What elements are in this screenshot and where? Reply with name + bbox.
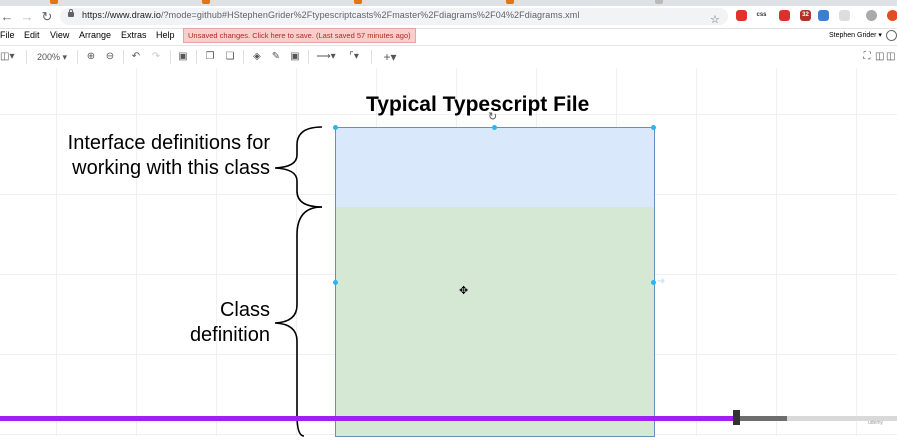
- class-label-line-1: Class: [219, 299, 270, 321]
- menu-extras[interactable]: Extras: [121, 30, 147, 40]
- diagram-title[interactable]: Typical Typescript File: [366, 93, 589, 117]
- interface-brace[interactable]: [274, 126, 323, 208]
- delete-icon[interactable]: ▣: [177, 51, 189, 63]
- redo-icon[interactable]: ↷: [150, 51, 162, 63]
- format-panel-icon[interactable]: ◫▾: [0, 51, 14, 63]
- selection-handle[interactable]: [651, 125, 656, 130]
- user-menu[interactable]: Stephen Grider ▾: [829, 31, 882, 39]
- progress-scrubber[interactable]: [732, 410, 740, 425]
- toolbar-divider: [26, 50, 27, 64]
- zoom-out-icon[interactable]: ⊖: [104, 51, 116, 63]
- feather-icon[interactable]: [818, 10, 829, 21]
- toolbar-divider: [371, 50, 372, 64]
- opera-icon[interactable]: [736, 10, 747, 21]
- url-path: /?mode=github#HStephenGrider%2Ftypescrip…: [160, 10, 580, 20]
- user-name: Stephen Grider: [829, 32, 877, 39]
- reload-icon[interactable]: ↻: [40, 9, 54, 25]
- tab-favicon[interactable]: [50, 0, 58, 4]
- waypoints-icon[interactable]: ⌜▾: [343, 51, 365, 63]
- forward-arrow-icon[interactable]: →: [20, 9, 34, 25]
- selection-handle[interactable]: [333, 125, 338, 130]
- toolbar-divider: [243, 50, 244, 64]
- interface-definitions-label[interactable]: Interface definitions for working with t…: [40, 131, 270, 181]
- selection-handle[interactable]: [492, 125, 497, 130]
- curly-braces[interactable]: [272, 125, 332, 445]
- connection-icon[interactable]: ⟶▾: [315, 51, 337, 63]
- split-view-icon[interactable]: ◫: [875, 51, 884, 63]
- blank-icon[interactable]: [839, 10, 850, 21]
- menu-file[interactable]: File: [0, 30, 15, 40]
- fullscreen-icon[interactable]: ⛶: [862, 51, 872, 63]
- unsaved-changes-notice[interactable]: Unsaved changes. Click here to save. (La…: [183, 28, 416, 43]
- interface-definitions-box[interactable]: [335, 127, 655, 209]
- class-definition-box[interactable]: [335, 207, 655, 437]
- video-watermark: udemy: [868, 420, 884, 426]
- move-cursor-icon: ✥: [459, 285, 469, 297]
- url-text[interactable]: https://www.draw.io/?mode=github#HStephe…: [82, 10, 579, 20]
- video-icon[interactable]: [779, 10, 790, 21]
- back-arrow-icon[interactable]: ←: [0, 9, 14, 25]
- menu-help[interactable]: Help: [156, 30, 175, 40]
- class-definition-label[interactable]: Class definition: [120, 298, 270, 348]
- toolbar-divider: [196, 50, 197, 64]
- zoom-select[interactable]: 200% ▾: [32, 51, 72, 63]
- video-progress-bar[interactable]: [0, 410, 897, 425]
- url-field[interactable]: https://www.draw.io/?mode=github#HStephe…: [60, 8, 728, 25]
- menu-arrange[interactable]: Arrange: [79, 30, 111, 40]
- progress-played: [0, 416, 736, 421]
- menu-edit[interactable]: Edit: [24, 30, 40, 40]
- zoom-value: 200%: [36, 52, 60, 62]
- profile-icon[interactable]: [866, 10, 877, 21]
- rotate-handle-icon[interactable]: ↻: [488, 110, 497, 123]
- class-label-line-2: definition: [189, 324, 270, 346]
- collapse-icon[interactable]: ◫: [886, 51, 895, 63]
- toolbar-divider: [77, 50, 78, 64]
- selection-handle[interactable]: [651, 280, 656, 285]
- css-icon[interactable]: css: [756, 10, 767, 21]
- selection-handle[interactable]: [333, 280, 338, 285]
- menu-view[interactable]: View: [50, 30, 69, 40]
- toolbar-divider: [170, 50, 171, 64]
- tab-favicon[interactable]: [354, 0, 362, 4]
- url-host: https://www.draw.io: [82, 10, 161, 20]
- tab-favicon[interactable]: [506, 0, 514, 4]
- lock-icon: [68, 9, 74, 17]
- zoom-in-icon[interactable]: ⊕: [85, 51, 97, 63]
- toolbar-divider: [308, 50, 309, 64]
- tab-favicon[interactable]: [202, 0, 210, 4]
- fill-color-icon[interactable]: ◈: [251, 51, 263, 63]
- tab-favicon[interactable]: [655, 0, 663, 4]
- badge-icon[interactable]: 32: [800, 10, 811, 21]
- menu-bar: File Edit View Arrange Extras Help: [0, 29, 897, 44]
- line-color-icon[interactable]: ✎: [270, 51, 282, 63]
- browser-address-bar: ← → ↻ https://www.draw.io/?mode=github#H…: [0, 6, 897, 29]
- bookmark-star-icon[interactable]: ☆: [710, 14, 720, 26]
- connect-arrow-icon[interactable]: ➜: [657, 276, 665, 287]
- to-back-icon[interactable]: ❏: [224, 51, 236, 63]
- alert-icon[interactable]: [887, 10, 897, 21]
- toolbar: ◫▾ 200% ▾ ⊕ ⊖ ↶ ↷ ▣ ❐ ❏ ◈ ✎ ▣ ⟶▾ ⌜▾ +▾ ⛶…: [0, 45, 897, 69]
- to-front-icon[interactable]: ❐: [204, 51, 216, 63]
- toolbar-divider: [123, 50, 124, 64]
- undo-icon[interactable]: ↶: [130, 51, 142, 63]
- shadow-icon[interactable]: ▣: [289, 51, 301, 63]
- insert-plus-icon[interactable]: +▾: [379, 51, 401, 63]
- language-globe-icon[interactable]: [886, 30, 897, 41]
- class-brace[interactable]: [274, 206, 323, 437]
